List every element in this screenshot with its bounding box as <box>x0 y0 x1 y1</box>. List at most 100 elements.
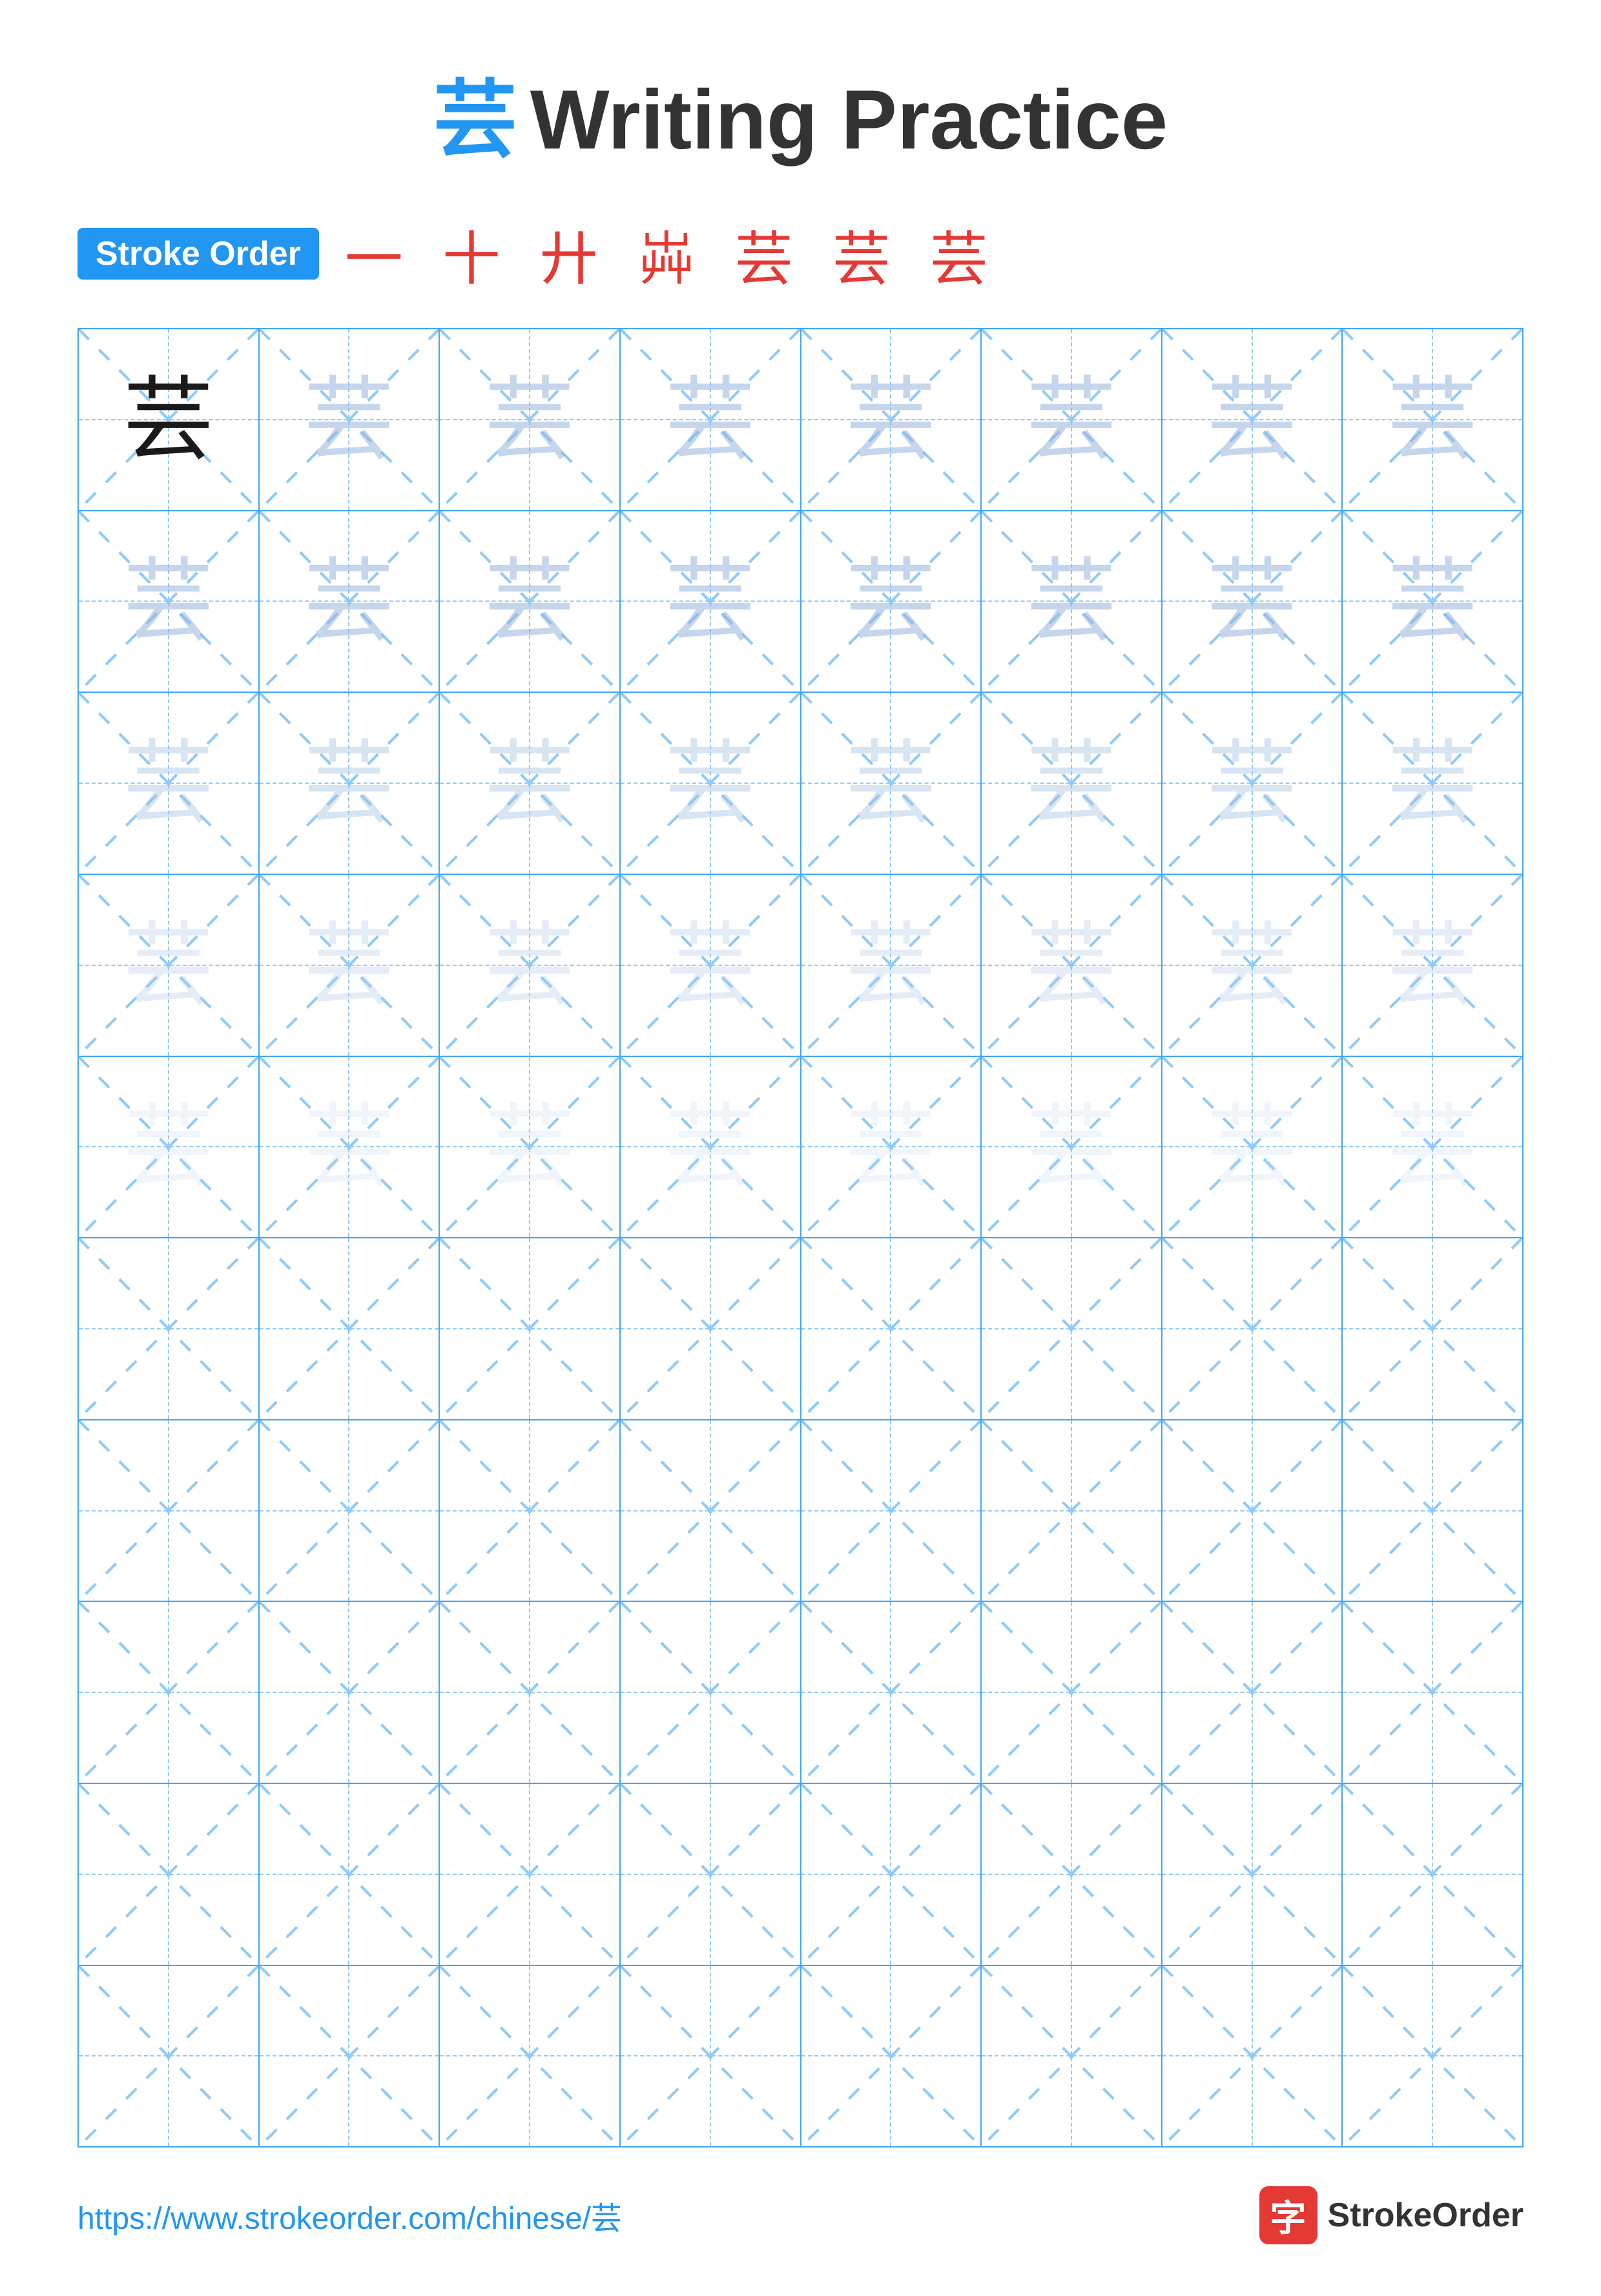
footer: https://www.strokeorder.com/chinese/芸 字 … <box>77 2147 1524 2244</box>
grid-cell <box>1162 1420 1343 1601</box>
grid-cell <box>801 1966 982 2147</box>
grid-row: 芸芸芸芸芸芸芸芸 <box>79 329 1522 511</box>
practice-char: 芸 <box>845 920 936 1010</box>
grid-cell: 芸 <box>621 875 801 1056</box>
grid-cell: 芸 <box>440 511 621 692</box>
practice-char: 芸 <box>665 374 756 465</box>
grid-cell <box>801 1784 982 1965</box>
grid-cell <box>79 1420 260 1601</box>
grid-cell: 芸 <box>801 329 982 510</box>
stroke-order-row: Stroke Order 一 十 廾 芔 芸 芸 芸 <box>77 212 1524 296</box>
grid-cell: 芸 <box>260 511 440 692</box>
grid-cell: 芸 <box>801 875 982 1056</box>
grid-cell <box>440 1420 621 1601</box>
grid-cell: 芸 <box>79 511 260 692</box>
grid-cell: 芸 <box>260 875 440 1056</box>
grid-cell: 芸 <box>982 329 1162 510</box>
grid-cell: 芸 <box>440 875 621 1056</box>
practice-char: 芸 <box>484 374 575 465</box>
grid-row: 芸芸芸芸芸芸芸芸 <box>79 1057 1522 1239</box>
practice-char: 芸 <box>304 920 394 1010</box>
practice-char: 芸 <box>123 556 214 646</box>
grid-cell <box>801 1238 982 1419</box>
grid-cell: 芸 <box>260 693 440 874</box>
grid-cell: 芸 <box>1162 1057 1343 1238</box>
grid-cell <box>1343 1784 1522 1965</box>
grid-row <box>79 1420 1522 1603</box>
grid-row: 芸芸芸芸芸芸芸芸 <box>79 511 1522 693</box>
grid-cell: 芸 <box>1162 693 1343 874</box>
grid-cell <box>982 1602 1162 1783</box>
grid-cell: 芸 <box>621 511 801 692</box>
practice-char: 芸 <box>1387 556 1478 646</box>
title-chinese-char: 芸 <box>433 72 517 167</box>
grid-cell <box>982 1784 1162 1965</box>
grid-cell: 芸 <box>1343 1057 1522 1238</box>
practice-char: 芸 <box>665 920 756 1010</box>
page-title: 芸Writing Practice <box>77 52 1524 173</box>
grid-cell <box>801 1420 982 1601</box>
practice-char: 芸 <box>123 1102 214 1192</box>
practice-char: 芸 <box>1207 1102 1297 1192</box>
practice-char: 芸 <box>845 556 936 646</box>
grid-row: 芸芸芸芸芸芸芸芸 <box>79 693 1522 875</box>
grid-cell: 芸 <box>440 1057 621 1238</box>
practice-char: 芸 <box>1207 556 1297 646</box>
grid-cell: 芸 <box>621 1057 801 1238</box>
grid-row: 芸芸芸芸芸芸芸芸 <box>79 875 1522 1057</box>
grid-cell <box>440 1238 621 1419</box>
practice-char: 芸 <box>484 556 575 646</box>
practice-char: 芸 <box>1387 374 1478 465</box>
grid-cell: 芸 <box>1343 875 1522 1056</box>
grid-cell <box>621 1966 801 2147</box>
grid-cell: 芸 <box>982 693 1162 874</box>
practice-char: 芸 <box>845 1102 936 1192</box>
practice-char: 芸 <box>304 374 394 465</box>
grid-cell <box>440 1966 621 2147</box>
grid-cell <box>260 1602 440 1783</box>
grid-cell <box>621 1784 801 1965</box>
grid-cell <box>79 1602 260 1783</box>
grid-cell <box>621 1420 801 1601</box>
grid-row <box>79 1238 1522 1420</box>
practice-char: 芸 <box>1387 920 1478 1010</box>
practice-char: 芸 <box>1207 374 1297 465</box>
grid-cell <box>440 1784 621 1965</box>
practice-char: 芸 <box>1387 738 1478 828</box>
practice-char: 芸 <box>1207 920 1297 1010</box>
grid-cell: 芸 <box>621 693 801 874</box>
grid-cell <box>260 1420 440 1601</box>
grid-cell: 芸 <box>1343 511 1522 692</box>
grid-cell: 芸 <box>79 693 260 874</box>
grid-cell: 芸 <box>1162 875 1343 1056</box>
practice-grid: 芸芸芸芸芸芸芸芸芸芸芸芸芸芸芸芸芸芸芸芸芸芸芸芸芸芸芸芸芸芸芸芸芸芸芸芸芸芸芸芸 <box>77 328 1524 2147</box>
practice-char: 芸 <box>665 556 756 646</box>
practice-char: 芸 <box>484 738 575 828</box>
grid-cell: 芸 <box>260 1057 440 1238</box>
grid-cell <box>621 1602 801 1783</box>
grid-cell <box>1343 1602 1522 1783</box>
grid-cell <box>621 1238 801 1419</box>
practice-char: 芸 <box>1026 1102 1117 1192</box>
grid-cell <box>260 1784 440 1965</box>
footer-logo: 字 StrokeOrder <box>1259 2186 1524 2244</box>
grid-cell <box>79 1966 260 2147</box>
grid-cell <box>801 1602 982 1783</box>
grid-cell: 芸 <box>801 693 982 874</box>
grid-cell: 芸 <box>801 1057 982 1238</box>
practice-char: 芸 <box>123 738 214 828</box>
grid-cell <box>79 1784 260 1965</box>
stroke-order-chars: 一 十 廾 芔 芸 芸 芸 <box>345 212 1000 296</box>
grid-cell <box>79 1238 260 1419</box>
grid-cell: 芸 <box>982 1057 1162 1238</box>
footer-url[interactable]: https://www.strokeorder.com/chinese/芸 <box>77 2193 622 2238</box>
grid-cell: 芸 <box>260 329 440 510</box>
practice-char: 芸 <box>484 1102 575 1192</box>
practice-char: 芸 <box>1026 556 1117 646</box>
practice-char: 芸 <box>1026 738 1117 828</box>
grid-cell: 芸 <box>79 1057 260 1238</box>
grid-cell <box>1162 1602 1343 1783</box>
practice-char: 芸 <box>304 738 394 828</box>
practice-char: 芸 <box>484 920 575 1010</box>
grid-row <box>79 1966 1522 2147</box>
